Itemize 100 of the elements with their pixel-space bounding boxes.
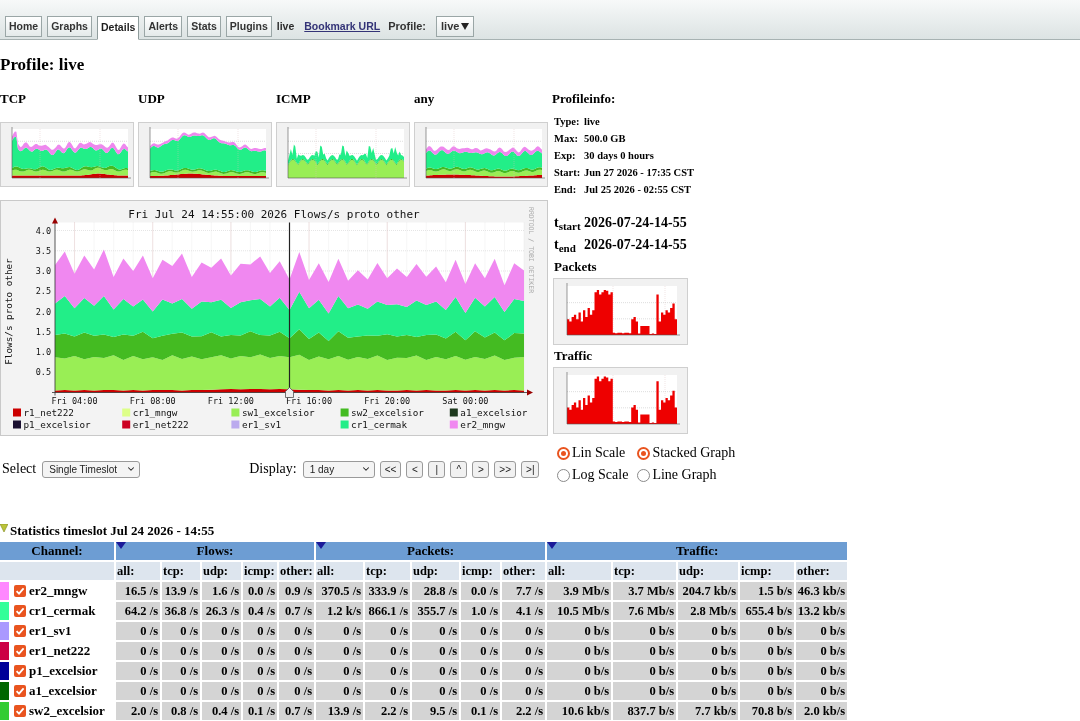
channel-name: a1_excelsior [29,682,97,700]
table-cell: 0 /s [279,682,314,700]
table-cell: 0 /s [502,622,546,640]
table-cell: 866.1 /s [365,602,410,620]
thumbnail-chart[interactable] [553,367,688,434]
table-cell: 0.0 /s [243,582,277,600]
timeslot-select[interactable]: Single Timeslot [42,460,141,478]
radio-button[interactable] [557,468,570,482]
profile-label: Profile: [388,19,427,34]
table-cell: 2.8 Mb/s [678,602,739,620]
table-cell: 0 /s [162,662,200,680]
legend-label: sw2_excelsior [351,407,424,418]
checkbox[interactable] [14,605,26,617]
info-label: Exp: [554,149,577,163]
nav-tab[interactable]: Details [96,16,140,40]
time-nav-button[interactable]: >> [494,460,517,478]
bookmark-link[interactable]: Bookmark URL [304,16,381,37]
table-cell: 0 /s [162,642,200,660]
picture-time-cursor[interactable] [285,221,294,398]
graph-label: Traffic [554,348,594,364]
table-cell: 0 /s [243,622,277,640]
profile-select[interactable]: live [436,16,475,37]
axis-tick-label: Fri 04:00 [51,396,98,406]
time-nav-button[interactable]: < [406,460,424,478]
caret-icon[interactable] [116,542,126,549]
table-cell: 0 b/s [613,682,677,700]
column-header: other: [796,562,848,580]
radio-button[interactable] [637,446,651,460]
time-nav-button[interactable]: ^ [450,460,468,478]
table-cell: 0 b/s [547,682,612,700]
info-value: 30 days 0 hours [584,149,655,163]
checkbox[interactable] [14,685,26,697]
range-select[interactable]: 1 day [302,460,375,478]
checkbox[interactable] [14,705,26,717]
table-cell: 0 /s [162,622,200,640]
axis-tick-label: Sat 00:00 [442,396,489,406]
table-cell: 0 /s [502,662,546,680]
axis-tick-label: Fri 08:00 [129,396,176,406]
nav-tab[interactable]: Alerts [144,16,183,37]
time-nav-button[interactable]: >| [521,460,540,478]
column-header: udp: [412,562,459,580]
table-cell: 0 /s [116,642,160,660]
axis-tick-label: 3.5 [35,245,51,256]
table-cell: 0 /s [243,662,277,680]
table-cell: 0 b/s [796,662,848,680]
table-cell: 0 /s [461,622,500,640]
channel-name: sw2_excelsior [29,702,105,720]
channel-name: er1_sv1 [29,622,72,640]
checkbox[interactable] [14,665,26,677]
table-cell: 0 /s [202,622,241,640]
table-cell: 0 /s [461,682,500,700]
checkbox[interactable] [14,625,26,637]
nav-tab[interactable]: Plugins [225,16,272,37]
time-nav-button[interactable]: > [472,460,490,478]
table-cell: 28.8 /s [412,582,459,600]
time-nav-button[interactable]: | [428,460,446,478]
table-cell: 0 b/s [740,642,795,660]
disclosure-triangle-icon[interactable] [0,524,8,532]
caret-icon[interactable] [547,542,558,549]
table-cell: 64.2 /s [116,602,160,620]
table-cell: 0 /s [116,622,160,640]
table-cell: 1.6 /s [202,582,241,600]
table-cell: 0 /s [365,642,410,660]
thumbnail-chart[interactable] [276,122,410,187]
thumbnail-chart[interactable] [414,122,548,187]
column-group-label: Traffic: [675,543,719,558]
channel-name: er2_mngw [29,582,88,600]
table-cell: 26.3 /s [202,602,241,620]
radio-button[interactable] [637,468,651,482]
table-cell: 0 /s [279,662,314,680]
column-header: tcp: [162,562,200,580]
table-cell: 0.0 /s [461,582,500,600]
nav-tab[interactable]: Graphs [47,16,92,37]
display-label: Display: [249,460,297,478]
table-cell: 0.7 /s [279,702,314,720]
table-cell: 0.4 /s [243,602,277,620]
chevron-down-icon [360,464,371,474]
caret-icon[interactable] [316,542,326,549]
table-cell: 0 b/s [547,662,612,680]
axis-tick-label: 2.0 [35,306,51,317]
section-title: Profileinfo: [552,91,617,107]
column-group-label: Packets: [407,543,454,558]
radio-label: Log Scale [572,466,629,484]
thumbnail-chart[interactable] [0,122,134,187]
table-cell: 0 /s [412,622,459,640]
axis-tick-label: 1.0 [35,347,51,357]
table-cell: 370.5 /s [316,582,363,600]
nav-tab[interactable]: Home [5,16,43,37]
page-heading: Profile: live [0,55,86,75]
thumbnail-chart[interactable] [553,278,688,345]
axis-tick-label: 2.5 [35,286,51,297]
nav-tab[interactable]: Stats [187,16,221,37]
radio-button[interactable] [557,446,570,460]
table-cell: 0 b/s [678,662,739,680]
checkbox[interactable] [14,585,26,597]
checkbox[interactable] [14,645,26,657]
thumbnail-chart[interactable] [138,122,272,187]
time-nav-button[interactable]: << [379,460,402,478]
column-header: all: [116,562,160,580]
table-cell: 7.7 kb/s [678,702,739,720]
